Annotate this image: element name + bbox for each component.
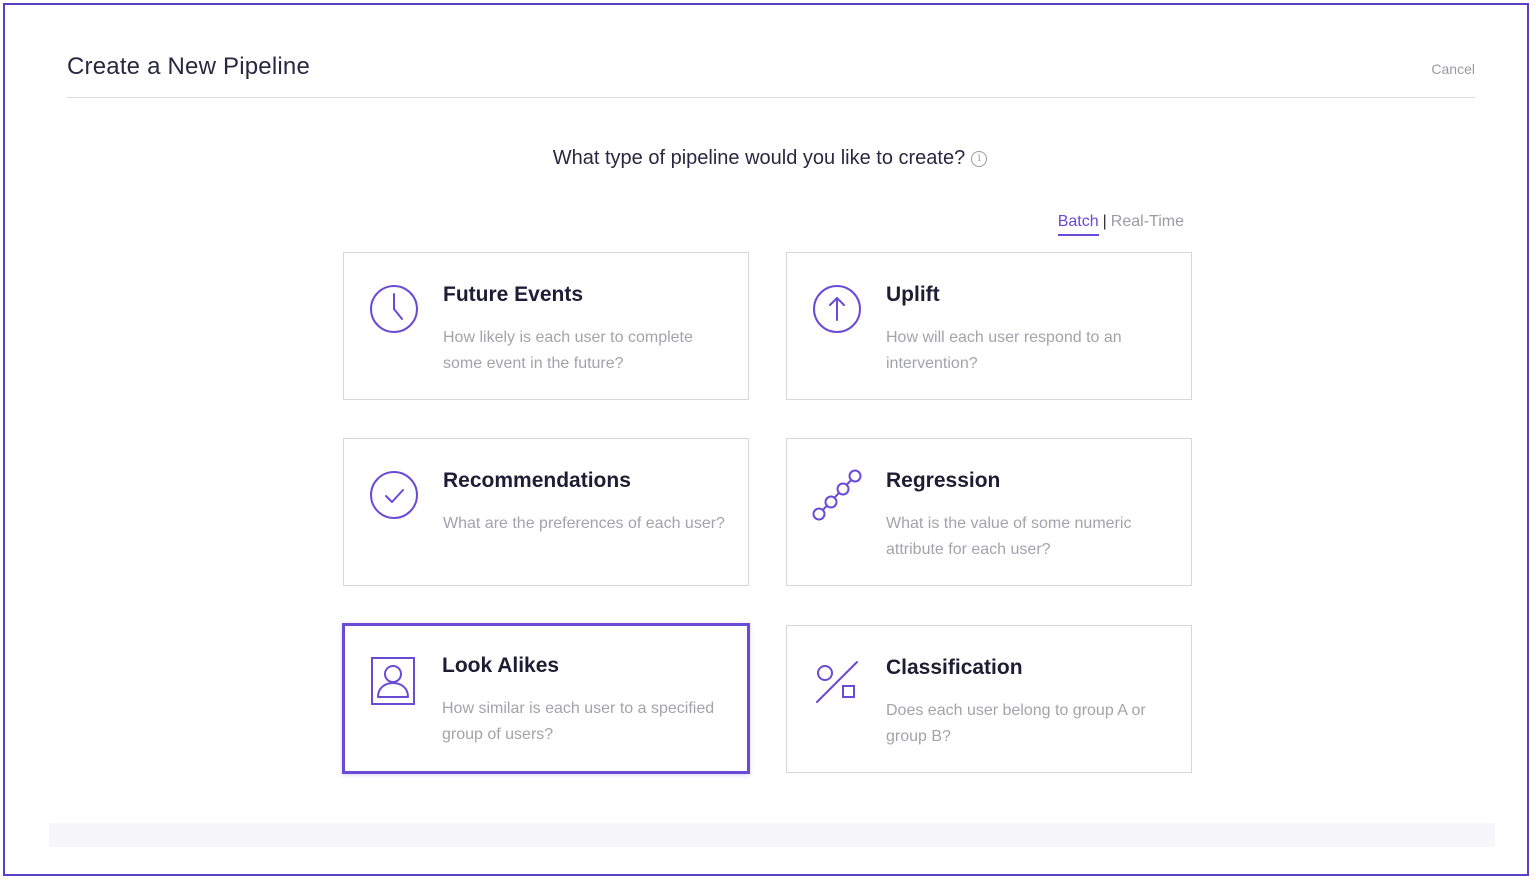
card-future-events[interactable]: Future Events How likely is each user to…: [343, 252, 749, 400]
card-title: Look Alikes: [442, 654, 560, 677]
user-profile-icon: [371, 657, 415, 705]
card-recommendations[interactable]: Recommendations What are the preferences…: [343, 438, 749, 586]
question-text: What type of pipeline would you like to …: [552, 147, 966, 169]
arrow-up-circle-icon: [813, 285, 861, 333]
card-description: How will each user respond to an interve…: [886, 329, 1122, 372]
check-circle-icon: [370, 471, 418, 519]
card-description: How likely is each user to complete some…: [443, 329, 693, 372]
card-title: Future Events: [443, 283, 584, 306]
card-look-alikes[interactable]: Look Alikes How similar is each user to …: [342, 623, 750, 774]
card-description: Does each user belong to group A or grou…: [886, 702, 1146, 745]
card-uplift[interactable]: Uplift How will each user respond to an …: [786, 252, 1192, 400]
clock-icon: [370, 285, 418, 333]
modal-footer-band: [49, 823, 1495, 847]
modal-header: Create a New Pipeline Cancel: [67, 53, 1475, 98]
pipeline-type-question: What type of pipeline would you like to …: [5, 147, 1535, 170]
card-title: Uplift: [886, 283, 940, 306]
mode-separator: |: [1102, 213, 1107, 230]
cancel-button[interactable]: Cancel: [1431, 61, 1475, 77]
card-classification[interactable]: Classification Does each user belong to …: [786, 625, 1192, 773]
card-description: What is the value of some numeric attrib…: [886, 515, 1132, 558]
card-title: Regression: [886, 469, 1001, 492]
card-description: What are the preferences of each user?: [443, 515, 725, 532]
regression-icon: [812, 469, 862, 521]
modal-frame: Create a New Pipeline Cancel What type o…: [3, 3, 1529, 876]
card-description: How similar is each user to a specified …: [442, 700, 715, 743]
classification-icon: [816, 661, 858, 703]
mode-toggle: Batch | Real-Time: [1057, 213, 1184, 236]
tab-real-time[interactable]: Real-Time: [1111, 213, 1184, 230]
info-icon[interactable]: i: [971, 150, 988, 167]
card-title: Recommendations: [443, 469, 631, 492]
card-regression[interactable]: Regression What is the value of some num…: [786, 438, 1192, 586]
tab-batch[interactable]: Batch: [1057, 213, 1099, 236]
card-title: Classification: [886, 656, 1023, 679]
page-title: Create a New Pipeline: [67, 53, 310, 80]
